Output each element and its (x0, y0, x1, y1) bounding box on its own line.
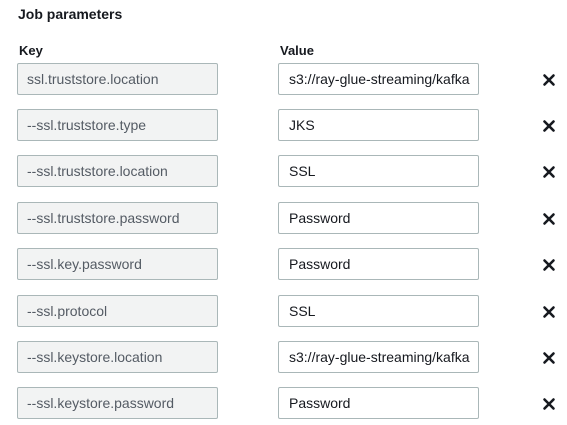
parameter-value-input[interactable] (278, 387, 479, 419)
parameter-key-field[interactable]: --ssl.truststore.location (17, 155, 218, 187)
parameter-row: --ssl.truststore.location (0, 155, 567, 187)
remove-parameter-button[interactable] (541, 72, 557, 88)
parameter-value-input[interactable] (278, 109, 479, 141)
close-x-icon (543, 352, 555, 364)
close-x-icon (543, 398, 555, 410)
parameter-row: ssl.truststore.location (0, 63, 567, 95)
parameter-key-field[interactable]: --ssl.keystore.password (17, 387, 218, 419)
key-column-header: Key (19, 43, 43, 58)
parameter-row: --ssl.key.password (0, 248, 567, 280)
parameter-value-input[interactable] (278, 155, 479, 187)
parameter-key-field[interactable]: ssl.truststore.location (17, 63, 218, 95)
close-x-icon (543, 166, 555, 178)
parameter-value-input[interactable] (278, 295, 479, 327)
remove-parameter-button[interactable] (541, 304, 557, 320)
value-column-header: Value (280, 43, 314, 58)
parameter-row: --ssl.truststore.type (0, 109, 567, 141)
remove-parameter-button[interactable] (541, 164, 557, 180)
close-x-icon (543, 259, 555, 271)
parameter-key-field[interactable]: --ssl.key.password (17, 248, 218, 280)
section-title: Job parameters (18, 6, 123, 22)
parameter-key-field[interactable]: --ssl.truststore.type (17, 109, 218, 141)
remove-parameter-button[interactable] (541, 396, 557, 412)
remove-parameter-button[interactable] (541, 211, 557, 227)
close-x-icon (543, 213, 555, 225)
close-x-icon (543, 74, 555, 86)
job-parameters-panel: Job parameters Key Value ssl.truststore.… (0, 0, 567, 425)
parameter-row: --ssl.truststore.password (0, 202, 567, 234)
close-x-icon (543, 120, 555, 132)
parameter-key-field[interactable]: --ssl.keystore.location (17, 341, 218, 373)
parameter-row: --ssl.protocol (0, 295, 567, 327)
remove-parameter-button[interactable] (541, 350, 557, 366)
parameter-value-input[interactable] (278, 202, 479, 234)
parameter-key-field[interactable]: --ssl.protocol (17, 295, 218, 327)
parameter-key-field[interactable]: --ssl.truststore.password (17, 202, 218, 234)
remove-parameter-button[interactable] (541, 118, 557, 134)
parameter-value-input[interactable] (278, 63, 479, 95)
parameter-value-input[interactable] (278, 248, 479, 280)
parameter-row: --ssl.keystore.password (0, 387, 567, 419)
parameter-value-input[interactable] (278, 341, 479, 373)
parameter-row: --ssl.keystore.location (0, 341, 567, 373)
close-x-icon (543, 306, 555, 318)
remove-parameter-button[interactable] (541, 257, 557, 273)
